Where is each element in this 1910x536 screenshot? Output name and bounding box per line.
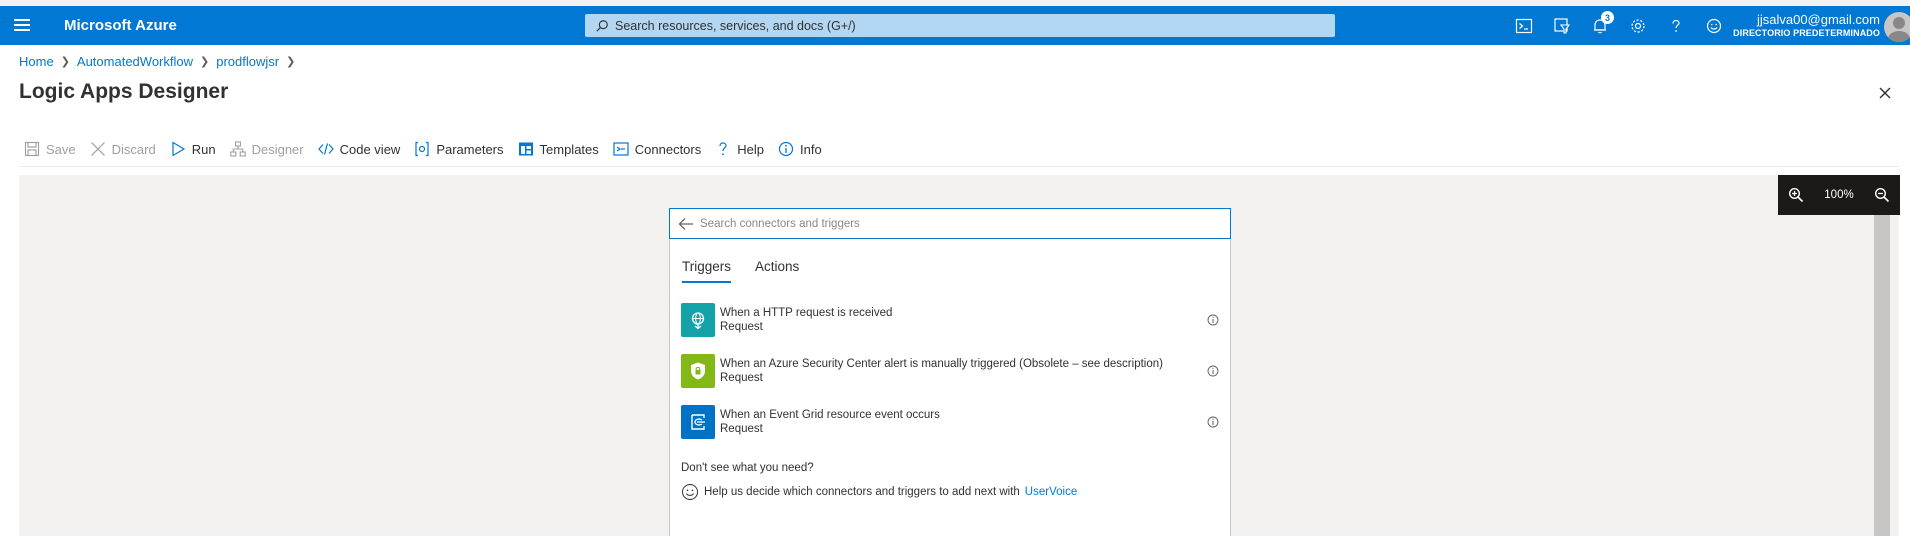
trigger-action-tabs: Triggers Actions (682, 259, 799, 283)
trigger-security-center-alert[interactable]: When an Azure Security Center alert is m… (681, 354, 1221, 388)
info-icon[interactable] (1207, 365, 1219, 377)
help-icon[interactable] (1657, 14, 1695, 38)
question-icon (719, 142, 727, 156)
connectors-button[interactable]: Connectors (613, 141, 709, 157)
templates-icon (518, 142, 533, 156)
close-icon[interactable] (1876, 84, 1894, 102)
code-view-button[interactable]: Code view (317, 141, 409, 157)
search-icon (596, 19, 608, 32)
zoom-control: 100% (1778, 175, 1900, 215)
trigger-http-request[interactable]: When a HTTP request is received Request (681, 303, 1221, 337)
trigger-name: When a HTTP request is received (720, 307, 893, 319)
trigger-list: When a HTTP request is received Request … (681, 303, 1221, 456)
page-title: Logic Apps Designer (19, 80, 229, 103)
trigger-event-grid[interactable]: When an Event Grid resource event occurs… (681, 405, 1221, 439)
breadcrumb-prodflowjsr[interactable]: prodflowjsr (216, 54, 279, 69)
connector-search-panel: Triggers Actions When a HTTP request is … (669, 208, 1231, 536)
avatar[interactable] (1884, 12, 1910, 42)
info-icon[interactable] (1207, 416, 1219, 428)
uservoice-help-line: Help us decide which connectors and trig… (681, 483, 1077, 501)
back-arrow-icon[interactable] (678, 217, 694, 231)
parameters-label: Parameters (436, 141, 504, 157)
brand-name[interactable]: Microsoft Azure (64, 17, 177, 34)
designer-label: Designer (251, 141, 304, 157)
tab-triggers[interactable]: Triggers (682, 259, 732, 283)
run-button[interactable]: Run (170, 141, 224, 157)
trigger-connector: Request (720, 423, 763, 435)
help-label: Help (737, 141, 764, 157)
global-search-box[interactable]: Search resources, services, and docs (G+… (585, 14, 1335, 37)
directory-filter-icon[interactable] (1543, 14, 1581, 38)
run-icon (172, 141, 185, 157)
info-icon[interactable] (1207, 314, 1219, 326)
templates-button[interactable]: Templates (518, 141, 607, 157)
save-button[interactable]: Save (24, 141, 84, 157)
notification-badge: 3 (1601, 11, 1614, 24)
connector-search-box (669, 208, 1231, 239)
save-label: Save (46, 141, 76, 157)
trigger-name: When an Event Grid resource event occurs (720, 409, 940, 421)
account-directory: DIRECTORIO PREDETERMINADO (1733, 28, 1880, 38)
top-icon-group: 3 (1505, 11, 1733, 38)
zoom-out-icon[interactable] (1874, 187, 1890, 203)
dont-see-text: Don't see what you need? (681, 462, 814, 474)
breadcrumb: Home ❯ AutomatedWorkflow ❯ prodflowjsr ❯ (19, 54, 295, 69)
discard-label: Discard (111, 141, 156, 157)
templates-label: Templates (539, 141, 599, 157)
code-view-label: Code view (339, 141, 401, 157)
designer-icon (229, 141, 246, 157)
chevron-right-icon: ❯ (200, 56, 210, 68)
parameters-icon (415, 141, 429, 157)
discard-button[interactable]: Discard (90, 141, 164, 157)
zoom-level: 100% (1824, 189, 1854, 201)
toolbar-divider (19, 166, 1899, 167)
top-bar: Microsoft Azure Search resources, servic… (0, 0, 1910, 45)
help-text: Help us decide which connectors and trig… (704, 486, 1020, 498)
chevron-right-icon: ❯ (286, 56, 296, 68)
code-icon (317, 143, 334, 155)
hamburger-menu-icon[interactable] (14, 16, 30, 34)
canvas-scrollbar[interactable] (1874, 215, 1890, 536)
parameters-button[interactable]: Parameters (414, 141, 511, 157)
notifications-icon[interactable]: 3 (1581, 11, 1619, 38)
trigger-connector: Request (720, 321, 763, 333)
breadcrumb-automated-workflow[interactable]: AutomatedWorkflow (77, 54, 193, 69)
designer-toolbar: Save Discard Run Designer Code view Para… (24, 138, 836, 160)
connectors-icon (613, 142, 629, 156)
feedback-icon[interactable] (1695, 14, 1733, 38)
trigger-connector: Request (720, 372, 763, 384)
account-email: jjsalva00@gmail.com (1756, 12, 1880, 27)
http-request-icon (681, 303, 715, 337)
info-label: Info (800, 141, 822, 157)
run-label: Run (191, 141, 216, 157)
event-grid-icon (681, 405, 715, 439)
global-search-placeholder: Search resources, services, and docs (G+… (615, 18, 856, 33)
uservoice-link[interactable]: UserVoice (1025, 486, 1077, 498)
tab-actions[interactable]: Actions (755, 259, 799, 283)
chevron-right-icon: ❯ (60, 56, 70, 68)
info-icon (778, 141, 794, 157)
zoom-in-icon[interactable] (1788, 187, 1804, 203)
breadcrumb-home[interactable]: Home (19, 54, 54, 69)
designer-button[interactable]: Designer (229, 141, 312, 157)
connector-search-input[interactable] (700, 217, 1200, 230)
help-button[interactable]: Help (715, 141, 772, 157)
discard-icon (90, 142, 105, 156)
security-center-shield-icon (681, 354, 715, 388)
save-icon (24, 141, 40, 157)
cloud-shell-icon[interactable] (1505, 14, 1543, 38)
settings-icon[interactable] (1619, 14, 1657, 38)
account-menu[interactable]: jjsalva00@gmail.com DIRECTORIO PREDETERM… (1733, 12, 1880, 39)
info-button[interactable]: Info (778, 141, 830, 157)
smiley-icon (682, 484, 698, 500)
trigger-name: When an Azure Security Center alert is m… (720, 358, 1163, 370)
connectors-label: Connectors (634, 141, 702, 157)
